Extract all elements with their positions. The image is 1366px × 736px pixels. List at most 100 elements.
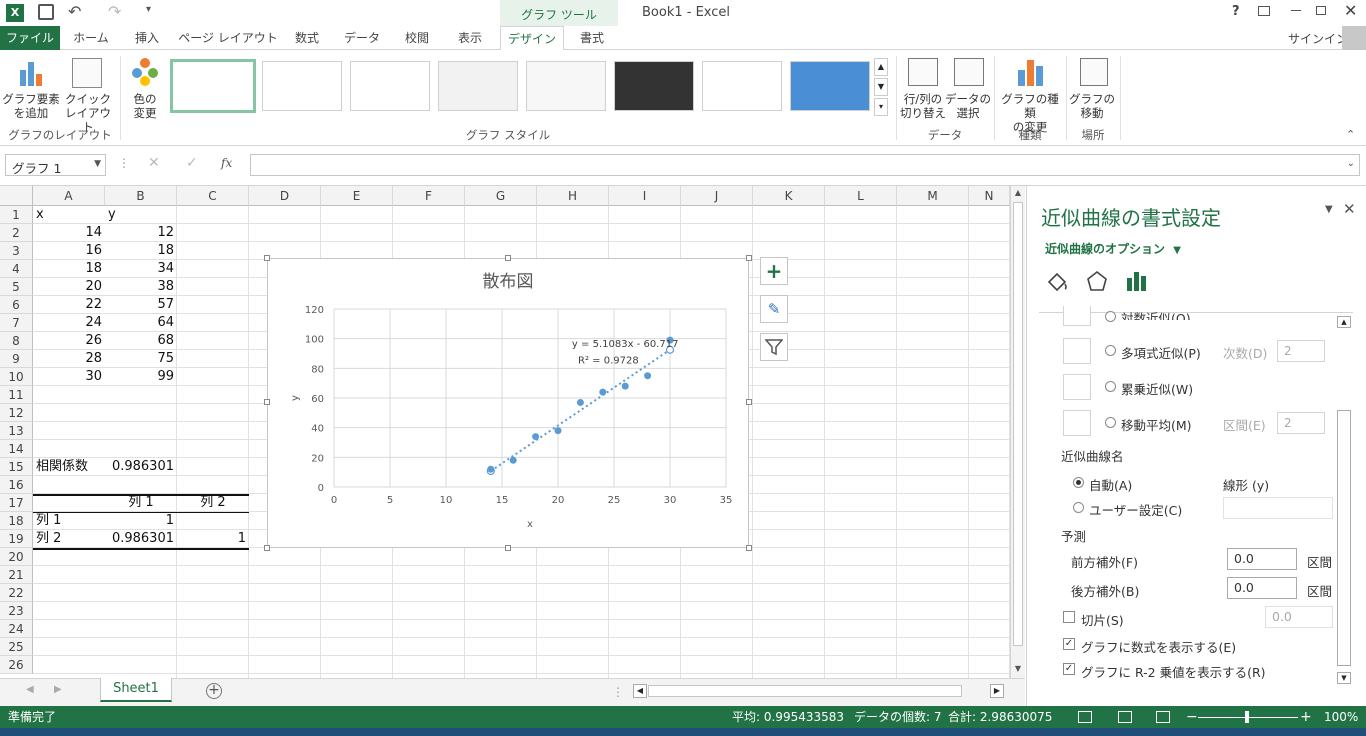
select-all-corner[interactable] <box>0 186 33 206</box>
row-header-5[interactable]: 5 <box>0 278 33 296</box>
resize-handle-tm[interactable] <box>505 255 511 261</box>
chart-style-6[interactable] <box>614 61 694 111</box>
new-sheet-icon[interactable]: + <box>206 683 222 699</box>
row-header-24[interactable]: 24 <box>0 620 33 638</box>
page-layout-view-icon[interactable] <box>1118 711 1132 723</box>
tab-data[interactable]: データ <box>334 26 390 50</box>
auto-name-radio[interactable] <box>1073 477 1084 488</box>
cancel-icon[interactable]: ✕ <box>148 155 160 171</box>
row-header-16[interactable]: 16 <box>0 476 33 494</box>
show-equation-label[interactable]: グラフに数式を表示する(E) <box>1081 637 1236 656</box>
row-header-26[interactable]: 26 <box>0 656 33 674</box>
cell-B10[interactable]: 99 <box>108 368 174 386</box>
show-equation-checkbox[interactable]: ✓ <box>1063 638 1075 650</box>
zoom-in-icon[interactable]: + <box>1300 706 1312 728</box>
pane-scrollbar[interactable]: ▲ ▼ <box>1337 316 1351 686</box>
cell-A9[interactable]: 28 <box>36 350 102 368</box>
log-label[interactable]: 対数近似(O) <box>1121 308 1191 320</box>
row-header-8[interactable]: 8 <box>0 332 33 350</box>
row-header-1[interactable]: 1 <box>0 206 33 224</box>
resize-handle-ml[interactable] <box>264 399 270 405</box>
chart-style-7[interactable] <box>702 61 782 111</box>
pane-scroll-thumb[interactable] <box>1337 410 1351 666</box>
cell-A6[interactable]: 22 <box>36 296 102 314</box>
intercept-checkbox[interactable] <box>1063 611 1075 623</box>
column-header-N[interactable]: N <box>969 186 1010 206</box>
vscroll-down-icon[interactable]: ▼ <box>1012 664 1024 676</box>
forward-input[interactable]: 0.0 <box>1227 548 1297 570</box>
enter-icon[interactable]: ✓ <box>186 155 198 171</box>
row-header-12[interactable]: 12 <box>0 404 33 422</box>
name-box[interactable]: グラフ 1 ▼ <box>5 154 106 176</box>
restore-icon[interactable] <box>1316 6 1326 15</box>
change-colors-button[interactable]: 色の 変更 <box>122 92 168 120</box>
prev-sheet-icon[interactable]: ◀ <box>26 684 34 695</box>
expand-formula-icon[interactable]: ⌄ <box>1347 158 1355 169</box>
trendline-options-dropdown[interactable]: 近似曲線のオプション ▼ <box>1045 240 1181 257</box>
zoom-level[interactable]: 100% <box>1324 706 1358 728</box>
insert-function-icon[interactable]: fx <box>221 156 232 170</box>
cell-B19[interactable]: 0.986301 <box>108 530 174 548</box>
power-label[interactable]: 累乗近似(W) <box>1121 379 1193 398</box>
next-sheet-icon[interactable]: ▶ <box>54 684 62 695</box>
show-r2-label[interactable]: グラフに R-2 乗値を表示する(R) <box>1081 662 1266 681</box>
row-header-13[interactable]: 13 <box>0 422 33 440</box>
column-header-H[interactable]: H <box>537 186 609 206</box>
power-radio[interactable] <box>1105 381 1116 392</box>
hscroll-right-icon[interactable]: ▶ <box>990 684 1004 698</box>
resize-handle-bm[interactable] <box>505 545 511 551</box>
row-header-18[interactable]: 18 <box>0 512 33 530</box>
help-icon[interactable]: ? <box>1232 4 1240 19</box>
column-header-M[interactable]: M <box>897 186 969 206</box>
row-header-23[interactable]: 23 <box>0 602 33 620</box>
custom-name-input[interactable] <box>1223 497 1333 519</box>
chart-style-3[interactable] <box>350 61 430 111</box>
row-header-2[interactable]: 2 <box>0 224 33 242</box>
resize-handle-br[interactable] <box>746 545 752 551</box>
cell-C19[interactable]: 1 <box>180 530 246 548</box>
select-data-button[interactable]: データの 選択 <box>944 92 992 120</box>
chart-style-5[interactable] <box>526 61 606 111</box>
zoom-out-icon[interactable]: − <box>1186 706 1198 728</box>
cell-B17[interactable]: 列 1 <box>108 494 174 512</box>
intercept-label[interactable]: 切片(S) <box>1081 610 1124 629</box>
row-header-21[interactable]: 21 <box>0 566 33 584</box>
cell-B9[interactable]: 75 <box>108 350 174 368</box>
column-header-J[interactable]: J <box>681 186 753 206</box>
cell-A4[interactable]: 18 <box>36 260 102 278</box>
custom-name-radio[interactable] <box>1073 502 1084 513</box>
column-header-C[interactable]: C <box>177 186 249 206</box>
cell-A19[interactable]: 列 2 <box>36 530 102 548</box>
redo-icon[interactable]: ↷ <box>108 2 121 21</box>
tab-insert[interactable]: 挿入 <box>122 26 172 50</box>
column-header-D[interactable]: D <box>249 186 321 206</box>
ribbon-display-icon[interactable] <box>1258 6 1270 16</box>
normal-view-icon[interactable] <box>1078 711 1092 723</box>
styles-more-icon[interactable]: ▾ <box>874 98 888 116</box>
avatar[interactable] <box>1342 26 1366 50</box>
pane-scroll-up-icon[interactable]: ▲ <box>1337 316 1351 328</box>
resize-handle-bl[interactable] <box>264 545 270 551</box>
cell-B6[interactable]: 57 <box>108 296 174 314</box>
cell-B7[interactable]: 64 <box>108 314 174 332</box>
chart-styles-brush-icon[interactable]: ✎ <box>760 295 788 323</box>
moving-average-label[interactable]: 移動平均(M) <box>1121 415 1192 434</box>
cell-A7[interactable]: 24 <box>36 314 102 332</box>
cell-A3[interactable]: 16 <box>36 242 102 260</box>
column-header-F[interactable]: F <box>393 186 465 206</box>
formula-input[interactable]: ⌄ <box>250 154 1360 176</box>
page-break-view-icon[interactable] <box>1156 711 1170 723</box>
custom-name-label[interactable]: ユーザー設定(C) <box>1089 500 1182 519</box>
pane-scroll-down-icon[interactable]: ▼ <box>1337 672 1351 684</box>
cell-C17[interactable]: 列 2 <box>180 494 246 512</box>
column-header-A[interactable]: A <box>33 186 105 206</box>
chart-filter-icon[interactable] <box>760 333 788 361</box>
chevron-down-icon[interactable]: ▼ <box>94 159 101 169</box>
customize-qat-icon[interactable]: ▾ <box>146 4 151 15</box>
trendline-options-tab-icon[interactable] <box>1125 270 1149 292</box>
sheet-tab-sheet1[interactable]: Sheet1 <box>100 678 172 702</box>
intercept-input[interactable]: 0.0 <box>1265 606 1333 628</box>
tab-design[interactable]: デザイン <box>500 26 564 51</box>
save-icon[interactable] <box>38 4 54 20</box>
moving-average-radio[interactable] <box>1105 417 1116 428</box>
